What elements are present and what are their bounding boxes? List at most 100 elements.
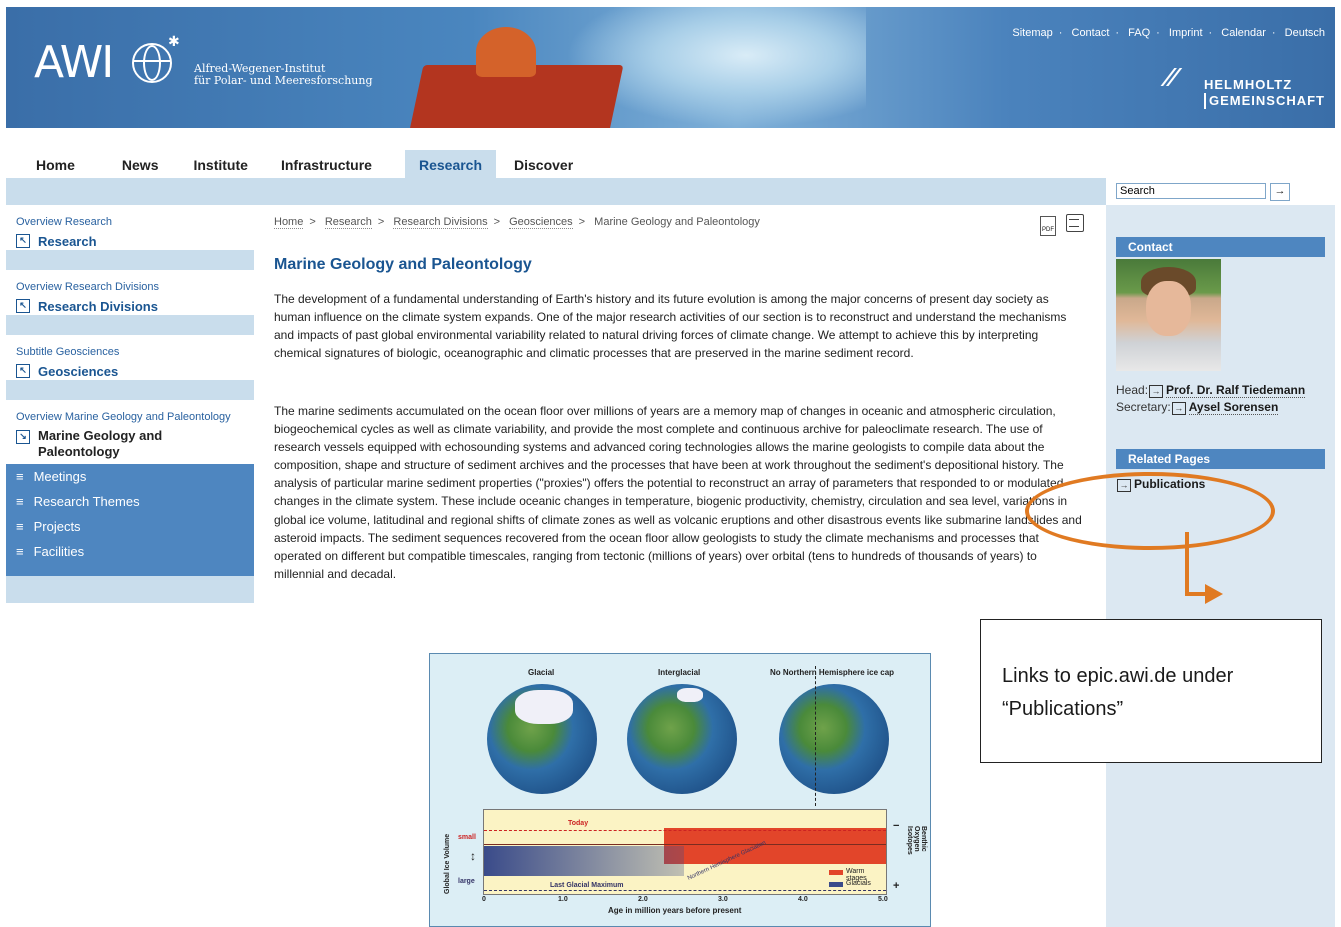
nav-news[interactable]: News bbox=[92, 150, 176, 178]
helmholtz-line2: GEMEINSCHAFT bbox=[1204, 93, 1325, 109]
submenu-label: Research Themes bbox=[33, 494, 140, 509]
breadcrumb-research[interactable]: Research bbox=[324, 216, 372, 229]
main-nav: Home News Institute Infrastructure Resea… bbox=[6, 150, 590, 178]
nav-research[interactable]: Research bbox=[404, 150, 497, 178]
sitemap-link[interactable]: Sitemap bbox=[1012, 27, 1052, 39]
print-icon[interactable] bbox=[1066, 214, 1084, 232]
x-tick: 4.0 bbox=[798, 896, 808, 903]
helmholtz-mark-icon: ⁄⁄ bbox=[1166, 62, 1177, 92]
research-up-link[interactable]: ↖ Research bbox=[6, 230, 254, 250]
divisions-up-label: Research Divisions bbox=[38, 298, 158, 314]
geosciences-up-link[interactable]: ↖ Geosciences bbox=[6, 360, 254, 380]
related-pages-heading: Related Pages bbox=[1116, 449, 1325, 469]
awi-logo[interactable]: AWI bbox=[34, 37, 114, 88]
submenu-item-facilities[interactable]: ≡ Facilities bbox=[6, 539, 254, 564]
contact-link[interactable]: Contact bbox=[1072, 27, 1110, 39]
annotation-arrow-stem bbox=[1185, 532, 1189, 596]
globe-glacial-image bbox=[487, 684, 597, 794]
current-page-item[interactable]: ↘ Marine Geology and Paleontology bbox=[6, 425, 254, 464]
pdf-icon[interactable]: PDF bbox=[1040, 216, 1056, 236]
breadcrumb-current: Marine Geology and Paleontology bbox=[594, 216, 760, 228]
annotation-arrow-head-icon bbox=[1205, 584, 1223, 604]
sidebar-footer bbox=[6, 576, 254, 603]
callout-line1: Links to epic.awi.de under bbox=[1002, 665, 1234, 687]
isotope-plot: Today Last Glacial Maximum Northern Hemi… bbox=[483, 809, 887, 895]
imprint-link[interactable]: Imprint bbox=[1169, 27, 1203, 39]
contact-secretary-line: Secretary: → Aysel Sorensen bbox=[1116, 400, 1279, 415]
up-arrow-icon: ↖ bbox=[16, 299, 30, 313]
x-tick: 2.0 bbox=[638, 896, 648, 903]
secretary-name-link[interactable]: Aysel Sorensen bbox=[1188, 400, 1279, 415]
head-label: Head: bbox=[1116, 383, 1149, 397]
search-go-button[interactable]: → bbox=[1270, 183, 1290, 201]
x-tick: 1.0 bbox=[558, 896, 568, 903]
breadcrumb-home[interactable]: Home bbox=[274, 216, 304, 229]
y-axis-left-label: Global Ice Volume bbox=[444, 833, 451, 894]
globe-label-no-ice: No Northern Hemisphere ice cap bbox=[770, 668, 895, 677]
nav-group-geosciences: Subtitle Geosciences ↖ Geosciences bbox=[6, 335, 254, 400]
overview-divisions-link[interactable]: Overview Research Divisions bbox=[6, 270, 254, 295]
nav-strip bbox=[6, 178, 1106, 205]
legend-glacials-label: Glacials bbox=[846, 880, 871, 887]
head-name-link[interactable]: Prof. Dr. Ralf Tiedemann bbox=[1166, 383, 1306, 398]
helmholtz-logo[interactable]: ⁄⁄ HELMHOLTZ GEMEINSCHAFT bbox=[1166, 64, 1325, 109]
plus-label: + bbox=[893, 880, 900, 892]
faq-link[interactable]: FAQ bbox=[1128, 27, 1150, 39]
submenu-item-projects[interactable]: ≡ Projects bbox=[6, 514, 254, 539]
subtitle-geosciences-link[interactable]: Subtitle Geosciences bbox=[6, 335, 254, 360]
photo-face bbox=[1146, 281, 1191, 336]
submenu-padding bbox=[6, 564, 254, 576]
overview-marine-link[interactable]: Overview Marine Geology and Paleontology bbox=[6, 400, 254, 425]
contact-photo bbox=[1116, 259, 1221, 371]
today-line bbox=[484, 830, 886, 831]
large-label: large bbox=[458, 878, 475, 885]
annotation-callout: Links to epic.awi.de under “Publications… bbox=[980, 619, 1322, 763]
today-label: Today bbox=[568, 820, 589, 827]
up-arrow-icon: ↖ bbox=[16, 234, 30, 248]
divisions-up-link[interactable]: ↖ Research Divisions bbox=[6, 295, 254, 315]
list-icon: ≡ bbox=[16, 494, 24, 509]
breadcrumb-divisions[interactable]: Research Divisions bbox=[393, 216, 488, 229]
sidebar-gap bbox=[6, 250, 254, 270]
nav-group-divisions: Overview Research Divisions ↖ Research Di… bbox=[6, 270, 254, 335]
legend-glacials-swatch bbox=[829, 882, 843, 887]
overview-research-link[interactable]: Overview Research bbox=[6, 205, 254, 230]
star-icon: ✱ bbox=[168, 33, 180, 49]
down-arrow-icon: ↘ bbox=[16, 430, 30, 444]
y-axis-right-label: Benthic Oxygen Isotopes bbox=[906, 826, 927, 855]
callout-line2: “Publications” bbox=[1002, 698, 1124, 720]
top-links: Sitemap · Contact · FAQ · Imprint · Calendar… bbox=[1012, 27, 1325, 39]
submenu-label: Meetings bbox=[33, 469, 87, 484]
up-arrow-icon: ↖ bbox=[16, 364, 30, 378]
submenu-item-research-themes[interactable]: ≡ Research Themes bbox=[6, 489, 254, 514]
x-tick: 0 bbox=[482, 896, 486, 903]
page-title: Marine Geology and Paleontology bbox=[274, 256, 532, 273]
left-sidebar: Overview Research ↖ Research Overview Res… bbox=[6, 205, 254, 927]
nav-discover[interactable]: Discover bbox=[496, 150, 590, 178]
submenu-label: Facilities bbox=[33, 544, 85, 559]
list-icon: ≡ bbox=[16, 544, 24, 559]
intro-paragraph: The development of a fundamental underst… bbox=[274, 292, 1067, 361]
nav-institute[interactable]: Institute bbox=[175, 150, 264, 178]
deutsch-link[interactable]: Deutsch bbox=[1285, 27, 1325, 39]
plot-midline bbox=[484, 844, 886, 845]
contact-heading: Contact bbox=[1116, 237, 1325, 257]
x-tick: 3.0 bbox=[718, 896, 728, 903]
submenu-label: Projects bbox=[33, 519, 81, 534]
nav-home[interactable]: Home bbox=[6, 150, 92, 178]
helmholtz-line1: HELMHOLTZ bbox=[1204, 77, 1293, 92]
globe-no-ice-image bbox=[779, 684, 889, 794]
submenu-item-meetings[interactable]: ≡ Meetings bbox=[6, 464, 254, 489]
geosciences-up-label: Geosciences bbox=[38, 363, 119, 379]
calendar-link[interactable]: Calendar bbox=[1221, 27, 1266, 39]
sidebar-gap bbox=[6, 315, 254, 335]
globe-interglacial-image bbox=[627, 684, 737, 794]
small-label: small bbox=[458, 834, 476, 841]
breadcrumb-geosciences[interactable]: Geosciences bbox=[509, 216, 573, 229]
nav-infrastructure[interactable]: Infrastructure bbox=[265, 150, 389, 178]
vertical-arrow-icon: ↕ bbox=[470, 849, 476, 863]
link-arrow-icon: → bbox=[1149, 385, 1164, 398]
list-icon: ≡ bbox=[16, 519, 24, 534]
contact-head-line: Head: → Prof. Dr. Ralf Tiedemann bbox=[1116, 383, 1306, 398]
search-input[interactable] bbox=[1116, 183, 1266, 199]
